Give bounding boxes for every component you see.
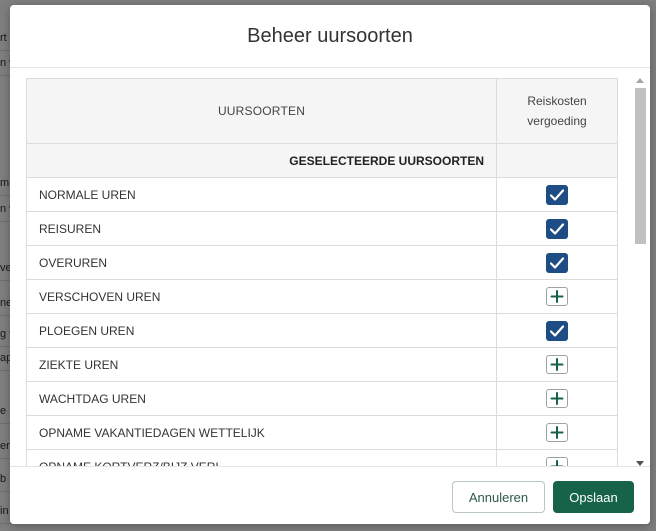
reiskosten-cell (496, 211, 618, 246)
check-icon (549, 256, 565, 269)
table-row: OVERUREN (26, 245, 618, 280)
reiskosten-checkbox-checked[interactable] (546, 320, 568, 341)
cancel-button[interactable]: Annuleren (452, 481, 545, 513)
table-row: ZIEKTE UREN (26, 347, 618, 382)
scroll-up-arrow-icon[interactable] (636, 78, 644, 83)
reiskosten-checkbox-checked[interactable] (546, 252, 568, 273)
modal-header: Beheer uursoorten (10, 5, 650, 68)
check-icon (549, 222, 565, 235)
uursoort-name: ZIEKTE UREN (26, 347, 497, 382)
reiskosten-checkbox-checked[interactable] (546, 184, 568, 205)
plus-icon (550, 426, 564, 439)
reiskosten-cell (496, 415, 618, 450)
column-header-reiskosten: Reiskosten vergoeding (496, 78, 618, 144)
section-label: GESELECTEERDE UURSOORTEN (26, 143, 497, 178)
table-row: PLOEGEN UREN (26, 313, 618, 348)
plus-icon (550, 392, 564, 405)
uursoort-name: VERSCHOVEN UREN (26, 279, 497, 314)
uursoorten-table: UURSOORTEN Reiskosten vergoeding GESELEC… (26, 78, 618, 466)
column-header-reiskosten-line1: Reiskosten (527, 94, 587, 108)
modal-body: UURSOORTEN Reiskosten vergoeding GESELEC… (10, 68, 650, 466)
plus-icon (550, 290, 564, 303)
check-icon (549, 188, 565, 201)
reiskosten-cell (496, 279, 618, 314)
plus-icon (550, 358, 564, 371)
reiskosten-cell (496, 347, 618, 382)
modal-scrollbar[interactable] (634, 78, 646, 466)
column-header-reiskosten-line2: vergoeding (527, 114, 587, 128)
table-header-row: UURSOORTEN Reiskosten vergoeding (26, 78, 618, 144)
uursoort-name: OPNAME VAKANTIEDAGEN WETTELIJK (26, 415, 497, 450)
uursoorten-table-wrapper[interactable]: UURSOORTEN Reiskosten vergoeding GESELEC… (26, 78, 618, 466)
uursoort-name: OPNAME KORTVERZ/BIJZ.VERL (26, 449, 497, 466)
reiskosten-checkbox-checked[interactable] (546, 218, 568, 239)
reiskosten-add-button[interactable] (546, 355, 568, 374)
reiskosten-add-button[interactable] (546, 389, 568, 408)
uursoort-name: REISUREN (26, 211, 497, 246)
table-row: OPNAME VAKANTIEDAGEN WETTELIJK (26, 415, 618, 450)
save-button[interactable]: Opslaan (553, 481, 634, 513)
reiskosten-add-button[interactable] (546, 287, 568, 306)
modal-dialog: Beheer uursoorten UURSOORTEN Reiskosten … (10, 5, 650, 524)
table-row: WACHTDAG UREN (26, 381, 618, 416)
table-row: VERSCHOVEN UREN (26, 279, 618, 314)
scroll-thumb[interactable] (635, 88, 646, 244)
column-header-uursoorten: UURSOORTEN (26, 78, 497, 144)
reiskosten-cell (496, 449, 618, 466)
reiskosten-cell (496, 313, 618, 348)
uursoort-name: OVERUREN (26, 245, 497, 280)
section-empty-cell (496, 143, 618, 178)
reiskosten-add-button[interactable] (546, 457, 568, 466)
reiskosten-cell (496, 177, 618, 212)
check-icon (549, 324, 565, 337)
reiskosten-add-button[interactable] (546, 423, 568, 442)
table-row: NORMALE UREN (26, 177, 618, 212)
reiskosten-cell (496, 245, 618, 280)
modal-title: Beheer uursoorten (247, 24, 413, 47)
uursoort-name: NORMALE UREN (26, 177, 497, 212)
section-row: GESELECTEERDE UURSOORTEN (26, 143, 618, 178)
modal-footer: Annuleren Opslaan (10, 466, 650, 524)
table-row: OPNAME KORTVERZ/BIJZ.VERL (26, 449, 618, 466)
reiskosten-cell (496, 381, 618, 416)
table-row: REISUREN (26, 211, 618, 246)
uursoort-name: PLOEGEN UREN (26, 313, 497, 348)
uursoort-name: WACHTDAG UREN (26, 381, 497, 416)
